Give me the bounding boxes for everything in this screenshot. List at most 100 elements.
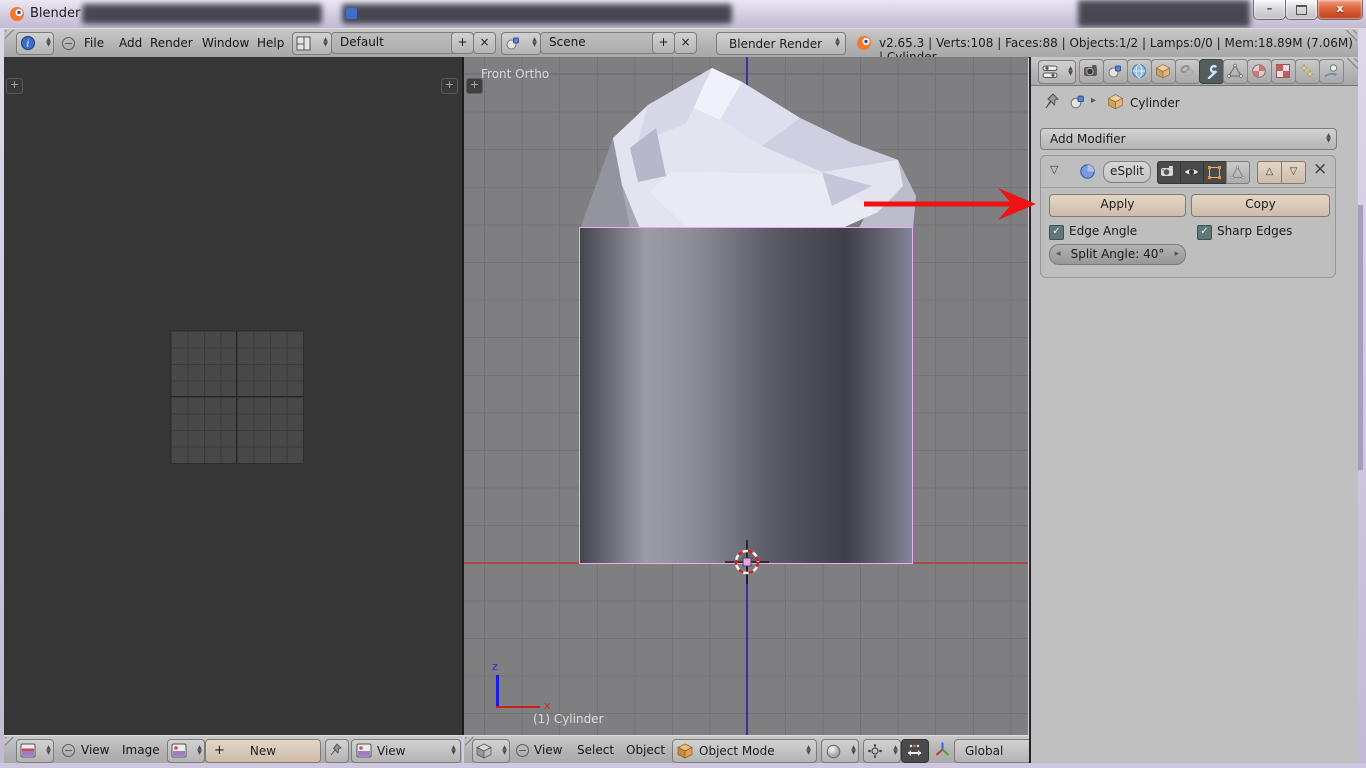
tab-material[interactable] (1247, 59, 1272, 84)
stepper-arrows-icon: ▲▼ (449, 745, 458, 755)
editor-type-image-button[interactable]: ▲▼ (16, 739, 54, 763)
modifier-move-down-button[interactable]: ▽ (1281, 161, 1306, 184)
object-context-icon[interactable] (1069, 93, 1086, 110)
delete-scene-button[interactable]: × (674, 32, 697, 54)
collapse-menus-icon[interactable] (62, 744, 75, 757)
expand-region-plus-icon[interactable]: + (466, 78, 483, 94)
modifier-render-toggle[interactable] (1157, 161, 1181, 184)
minimize-button[interactable]: – (1253, 0, 1286, 20)
slider-left-arrow-icon[interactable]: ◂ (1056, 245, 1061, 263)
tab-physics[interactable] (1319, 59, 1344, 84)
screen-layout-button[interactable]: ▲▼ (292, 32, 332, 55)
uv-menu-view[interactable]: View (81, 736, 109, 765)
layout-name-field[interactable]: Default (331, 32, 459, 54)
collapse-menus-icon[interactable] (62, 37, 75, 50)
delete-layout-button[interactable]: × (473, 32, 496, 54)
vp-menu-object[interactable]: Object (626, 736, 665, 765)
tab-modifiers[interactable] (1199, 59, 1224, 84)
image-icon (356, 743, 372, 758)
editor-type-properties-button[interactable]: ▲▼ (1038, 60, 1076, 84)
expand-region-plus-icon[interactable]: + (6, 78, 23, 94)
tab-render[interactable] (1079, 59, 1104, 84)
vp-menu-view[interactable]: View (534, 736, 562, 765)
interaction-mode-dropdown[interactable]: Object Mode ▲▼ (672, 739, 817, 763)
cylinder-data-icon (1107, 93, 1124, 110)
editor-type-3dview-button[interactable]: ▲▼ (472, 739, 510, 763)
vp-menu-select[interactable]: Select (577, 736, 614, 765)
split-angle-slider[interactable]: ◂ Split Angle: 40° ▸ (1049, 244, 1186, 265)
collapse-menus-icon[interactable] (516, 744, 529, 757)
menu-file[interactable]: File (84, 29, 104, 58)
copy-button[interactable]: Copy (1191, 194, 1330, 217)
pivot-point-dropdown[interactable]: ▲▼ (863, 739, 901, 763)
tab-world[interactable] (1127, 59, 1152, 84)
cylinder-mesh[interactable] (579, 227, 913, 564)
tab-scene[interactable] (1103, 59, 1128, 84)
gizmo-z-axis (496, 675, 499, 708)
slider-right-arrow-icon[interactable]: ▸ (1174, 245, 1179, 263)
tab-constraints[interactable] (1175, 59, 1200, 84)
new-image-button[interactable]: + New (205, 739, 321, 763)
material-sphere-icon (1251, 63, 1267, 79)
menu-window[interactable]: Window (202, 29, 249, 58)
stepper-arrows-icon: ▲▼ (530, 37, 539, 47)
modifier-viewport-toggle[interactable] (1180, 161, 1204, 184)
expand-region-plus-icon[interactable]: + (441, 78, 458, 94)
breadcrumb-arrow-icon: ▸ (1091, 95, 1096, 106)
add-scene-button[interactable]: + (652, 32, 675, 54)
gizmo-x-label: x (544, 699, 551, 712)
modifier-cage-toggle[interactable] (1226, 161, 1250, 184)
scene-name-field[interactable]: Scene (540, 32, 660, 54)
tab-texture[interactable] (1271, 59, 1296, 84)
tab-particles[interactable] (1295, 59, 1320, 84)
modifier-move-up-button[interactable]: △ (1257, 161, 1282, 184)
modifier-icon (1079, 163, 1096, 180)
window-titlebar[interactable]: Blender – x (0, 0, 1366, 29)
world-globe-icon (1131, 63, 1147, 79)
stepper-arrows-icon: ▲▼ (1066, 66, 1075, 76)
breadcrumb-object-name[interactable]: Cylinder (1130, 96, 1180, 110)
3d-cursor[interactable] (717, 532, 777, 592)
modifier-name-field[interactable]: eSplit (1103, 161, 1151, 183)
scene-selector-button[interactable]: ▲▼ (501, 32, 541, 55)
menu-render[interactable]: Render (150, 29, 193, 58)
cage-icon (1230, 165, 1245, 180)
menu-add[interactable]: Add (119, 29, 142, 58)
tab-object-data[interactable] (1223, 59, 1248, 84)
menu-help[interactable]: Help (257, 29, 284, 58)
render-engine-dropdown[interactable]: Blender Render ▲▼ (716, 32, 846, 55)
manipulator-toggle-button[interactable] (901, 739, 929, 763)
add-modifier-label: Add Modifier (1050, 131, 1126, 148)
modifiers-wrench-icon (1203, 63, 1219, 79)
viewport-shading-dropdown[interactable]: ▲▼ (821, 739, 859, 763)
modifier-editmode-toggle[interactable] (1203, 161, 1227, 184)
edge-angle-checkbox[interactable]: ✓ (1049, 225, 1064, 240)
tab-object[interactable] (1151, 59, 1176, 84)
viewport-3d[interactable]: Front Ortho + (464, 57, 1028, 735)
area-corner-icon[interactable] (1345, 58, 1358, 71)
editor-type-info-button[interactable]: i ▲▼ (16, 32, 54, 55)
apply-button[interactable]: Apply (1049, 194, 1186, 217)
modifier-delete-icon[interactable]: × (1313, 159, 1327, 179)
gizmo-z-label: z (492, 660, 498, 673)
uv-menu-image[interactable]: Image (122, 736, 160, 765)
maximize-button[interactable] (1285, 0, 1318, 20)
image-datablock-button[interactable]: ▲▼ (167, 739, 205, 763)
mesh-data-icon (1227, 63, 1243, 79)
window-title: Blender (30, 6, 80, 21)
uv-view-mode-dropdown[interactable]: View ▲▼ (351, 739, 461, 763)
pin-image-button[interactable] (325, 739, 349, 763)
physics-icon (1323, 63, 1339, 79)
uv-image-editor[interactable]: + + (4, 57, 464, 735)
uv-grid (170, 330, 304, 464)
close-button[interactable]: x (1317, 0, 1363, 20)
censored-text-3 (1078, 0, 1250, 27)
constraints-link-icon (1179, 63, 1195, 79)
add-layout-button[interactable]: + (451, 32, 474, 54)
edit-mode-icon (1207, 165, 1222, 180)
sharp-edges-checkbox[interactable]: ✓ (1197, 225, 1212, 240)
pin-icon[interactable] (1044, 93, 1061, 110)
add-modifier-dropdown[interactable]: Add Modifier ▲▼ (1040, 128, 1337, 150)
stepper-arrows-icon: ▲▼ (849, 745, 858, 755)
panel-expand-icon[interactable]: ▽ (1050, 163, 1058, 176)
